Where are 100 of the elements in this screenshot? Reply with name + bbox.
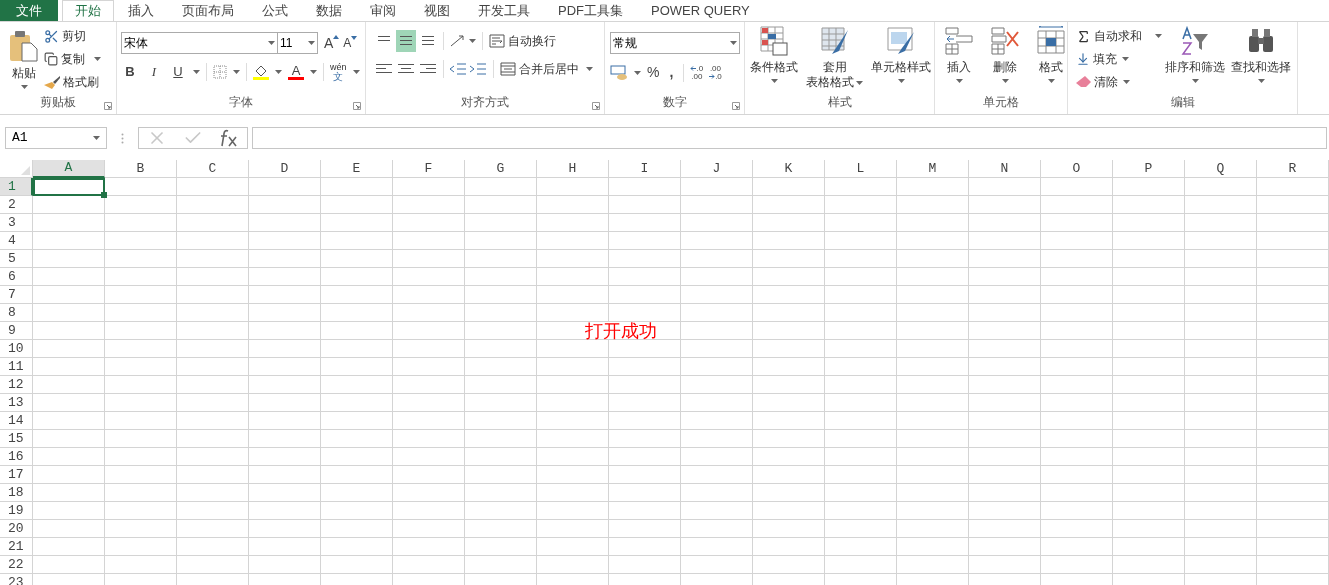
dialog-launcher-icon[interactable] bbox=[353, 102, 361, 110]
fill-button[interactable]: 填充 bbox=[1076, 49, 1162, 69]
grow-font-button[interactable]: A bbox=[324, 32, 340, 54]
row-header[interactable]: 20 bbox=[0, 520, 33, 538]
row-header[interactable]: 2 bbox=[0, 196, 33, 214]
row-header[interactable]: 3 bbox=[0, 214, 33, 232]
number-format-field[interactable]: 常规 bbox=[610, 32, 740, 54]
autosum-button[interactable]: 自动求和 bbox=[1076, 26, 1162, 46]
column-header[interactable]: R bbox=[1257, 160, 1329, 178]
ribbon-tab[interactable]: POWER QUERY bbox=[637, 0, 764, 21]
column-header[interactable]: E bbox=[321, 160, 393, 178]
fill-color-icon[interactable] bbox=[253, 63, 269, 80]
comma-button[interactable]: , bbox=[665, 62, 678, 83]
column-header[interactable]: H bbox=[537, 160, 609, 178]
dialog-launcher-icon[interactable] bbox=[592, 102, 600, 110]
column-header[interactable]: A bbox=[33, 160, 105, 178]
column-header[interactable]: O bbox=[1041, 160, 1113, 178]
row-header[interactable]: 1 bbox=[0, 178, 33, 196]
phonetic-button[interactable]: wén 文 bbox=[330, 62, 347, 81]
column-header[interactable]: K bbox=[753, 160, 825, 178]
row-header[interactable]: 18 bbox=[0, 484, 33, 502]
copy-button[interactable]: 复制 bbox=[44, 49, 101, 69]
cell-styles-button[interactable]: 单元格样式 bbox=[868, 22, 934, 92]
decrease-indent-icon[interactable] bbox=[449, 63, 467, 75]
dialog-launcher-icon[interactable] bbox=[732, 102, 740, 110]
column-header[interactable]: L bbox=[825, 160, 897, 178]
ribbon-tab[interactable]: 开发工具 bbox=[464, 0, 544, 21]
column-header[interactable]: I bbox=[609, 160, 681, 178]
ribbon-tab[interactable]: 视图 bbox=[410, 0, 464, 21]
row-header[interactable]: 5 bbox=[0, 250, 33, 268]
formula-input[interactable] bbox=[252, 127, 1327, 149]
grid-cell[interactable]: 打开成功 bbox=[537, 322, 681, 340]
select-all-corner[interactable] bbox=[0, 160, 33, 178]
row-header[interactable]: 9 bbox=[0, 322, 33, 340]
format-cells-button[interactable]: 格式 bbox=[1033, 22, 1069, 92]
column-header[interactable]: B bbox=[105, 160, 177, 178]
conditional-formatting-button[interactable]: 条件格式 bbox=[747, 22, 801, 92]
vertical-align-button[interactable] bbox=[396, 30, 416, 52]
active-cell[interactable] bbox=[33, 178, 105, 196]
row-header[interactable]: 11 bbox=[0, 358, 33, 376]
decrease-decimal-button[interactable]: .00 .0 bbox=[709, 64, 722, 81]
name-box[interactable]: A1 bbox=[5, 127, 107, 149]
function-icon[interactable] bbox=[219, 129, 239, 147]
row-header[interactable]: 14 bbox=[0, 412, 33, 430]
row-header[interactable]: 15 bbox=[0, 430, 33, 448]
format-as-table-button[interactable]: 套用 表格格式 bbox=[803, 22, 866, 92]
row-header[interactable]: 13 bbox=[0, 394, 33, 412]
cut-button[interactable]: 剪切 bbox=[44, 26, 101, 46]
sort-filter-button[interactable]: 排序和筛选 bbox=[1162, 22, 1228, 92]
wrap-text-button[interactable]: 自动换行 bbox=[489, 32, 556, 50]
orientation-icon[interactable] bbox=[449, 34, 467, 48]
row-header[interactable]: 4 bbox=[0, 232, 33, 250]
row-header[interactable]: 7 bbox=[0, 286, 33, 304]
italic-button[interactable]: I bbox=[145, 62, 163, 82]
font-size-field[interactable]: 11 bbox=[278, 32, 318, 54]
row-header[interactable]: 22 bbox=[0, 556, 33, 574]
row-header[interactable]: 19 bbox=[0, 502, 33, 520]
ribbon-tab[interactable]: 审阅 bbox=[356, 0, 410, 21]
ribbon-tab[interactable]: 公式 bbox=[248, 0, 302, 21]
delete-cells-button[interactable]: 删除 bbox=[987, 22, 1023, 92]
clear-button[interactable]: 清除 bbox=[1076, 72, 1162, 92]
column-header[interactable]: F bbox=[393, 160, 465, 178]
fill-handle[interactable] bbox=[101, 192, 107, 198]
column-header[interactable]: G bbox=[465, 160, 537, 178]
row-header[interactable]: 17 bbox=[0, 466, 33, 484]
increase-indent-icon[interactable] bbox=[469, 63, 487, 75]
shrink-font-button[interactable]: A bbox=[343, 34, 358, 52]
file-tab[interactable]: 文件 bbox=[0, 0, 58, 21]
dialog-launcher-icon[interactable] bbox=[104, 102, 112, 110]
row-header[interactable]: 16 bbox=[0, 448, 33, 466]
ribbon-tab[interactable]: 页面布局 bbox=[168, 0, 248, 21]
column-header[interactable]: Q bbox=[1185, 160, 1257, 178]
paste-button[interactable]: 粘贴 bbox=[6, 26, 42, 92]
font-color-button[interactable]: A bbox=[288, 63, 304, 80]
underline-button[interactable]: U bbox=[169, 62, 187, 82]
column-header[interactable]: P bbox=[1113, 160, 1185, 178]
percent-button[interactable]: % bbox=[647, 62, 660, 83]
find-select-button[interactable]: 查找和选择 bbox=[1228, 22, 1294, 92]
ribbon-tab[interactable]: PDF工具集 bbox=[544, 0, 637, 21]
currency-icon[interactable] bbox=[610, 64, 628, 81]
column-header[interactable]: D bbox=[249, 160, 321, 178]
row-header[interactable]: 8 bbox=[0, 304, 33, 322]
font-name-field[interactable]: 宋体 bbox=[121, 32, 278, 54]
ribbon-tab[interactable]: 插入 bbox=[114, 0, 168, 21]
column-header[interactable]: M bbox=[897, 160, 969, 178]
ribbon-tab[interactable]: 数据 bbox=[302, 0, 356, 21]
column-header[interactable]: C bbox=[177, 160, 249, 178]
row-header[interactable]: 21 bbox=[0, 538, 33, 556]
bold-button[interactable]: B bbox=[121, 62, 139, 82]
row-header[interactable]: 6 bbox=[0, 268, 33, 286]
merge-center-button[interactable]: 合并后居中 bbox=[500, 60, 593, 78]
insert-cells-button[interactable]: 插入 bbox=[941, 22, 977, 92]
row-header[interactable]: 10 bbox=[0, 340, 33, 358]
format-painter-button[interactable]: 格式刷 bbox=[44, 72, 101, 92]
increase-decimal-button[interactable]: .0 .00 bbox=[690, 64, 704, 81]
ribbon-tab[interactable]: 开始 bbox=[62, 0, 114, 21]
column-header[interactable]: N bbox=[969, 160, 1041, 178]
row-header[interactable]: 12 bbox=[0, 376, 33, 394]
borders-icon[interactable] bbox=[213, 64, 227, 79]
column-header[interactable]: J bbox=[681, 160, 753, 178]
